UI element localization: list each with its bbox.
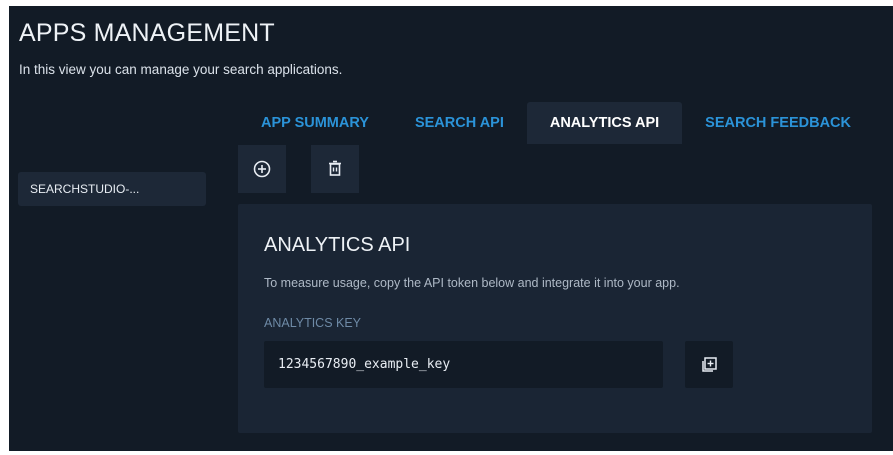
analytics-api-panel: ANALYTICS API To measure usage, copy the… xyxy=(238,204,872,433)
panel-description: To measure usage, copy the API token bel… xyxy=(264,276,680,290)
delete-app-button[interactable] xyxy=(311,145,359,193)
tab-bar: APP SUMMARY SEARCH API ANALYTICS API SEA… xyxy=(238,102,874,144)
page-subtitle: In this view you can manage your search … xyxy=(19,62,343,77)
apps-management-view: APPS MANAGEMENT In this view you can man… xyxy=(9,6,893,451)
tab-search-feedback[interactable]: SEARCH FEEDBACK xyxy=(682,102,874,144)
tab-app-summary[interactable]: APP SUMMARY xyxy=(238,102,392,144)
analytics-key-label: ANALYTICS KEY xyxy=(264,316,362,330)
copy-icon xyxy=(702,356,717,372)
sidebar-item-label: SEARCHSTUDIO-... xyxy=(30,182,140,196)
copy-key-button[interactable] xyxy=(685,341,733,388)
add-circle-icon xyxy=(253,160,271,178)
trash-icon xyxy=(329,160,341,176)
tab-analytics-api[interactable]: ANALYTICS API xyxy=(526,102,683,144)
page-title: APPS MANAGEMENT xyxy=(19,19,275,47)
sidebar-item-searchstudio[interactable]: SEARCHSTUDIO-... xyxy=(18,172,206,206)
add-app-button[interactable] xyxy=(238,145,286,193)
panel-title: ANALYTICS API xyxy=(264,234,411,256)
analytics-key-field[interactable] xyxy=(264,341,663,388)
tab-search-api[interactable]: SEARCH API xyxy=(392,102,527,144)
